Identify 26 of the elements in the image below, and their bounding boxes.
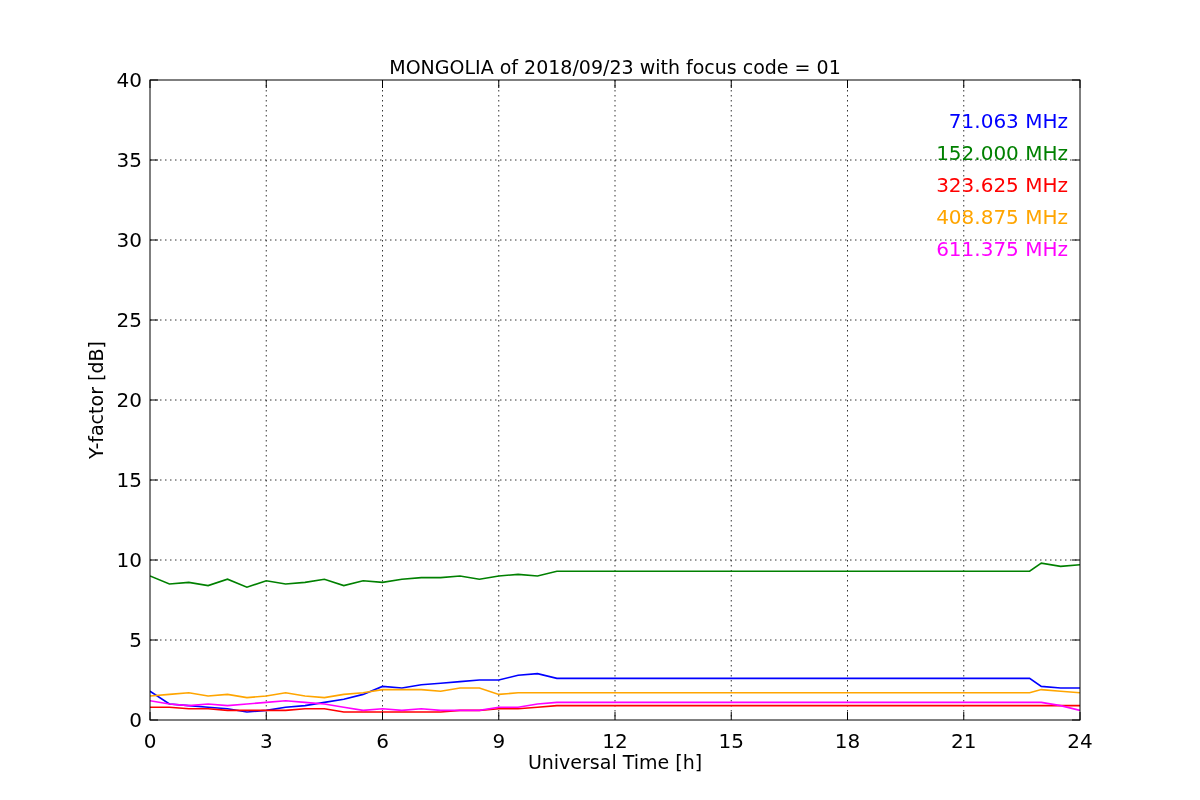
y-tick-label: 5 [129, 628, 142, 652]
y-tick-label: 20 [116, 388, 142, 412]
y-tick-label: 0 [129, 708, 142, 732]
chart-title: MONGOLIA of 2018/09/23 with focus code = 01 [389, 56, 841, 78]
x-tick-label: 15 [718, 729, 744, 753]
legend-label: 611.375 MHz [936, 237, 1068, 261]
y-tick-label: 30 [116, 228, 142, 252]
x-tick-label: 12 [602, 729, 628, 753]
legend-label: 152.000 MHz [936, 141, 1068, 165]
y-axis-label: Y-factor [dB] [85, 341, 107, 459]
legend-label: 71.063 MHz [948, 109, 1068, 133]
legend-label: 408.875 MHz [936, 205, 1068, 229]
x-tick-label: 3 [259, 729, 273, 753]
x-tick-label: 24 [1067, 729, 1093, 753]
y-tick-label: 40 [116, 68, 142, 92]
y-tick-label: 35 [116, 148, 142, 172]
x-tick-label: 6 [376, 729, 389, 753]
y-tick-label: 15 [116, 468, 142, 492]
x-tick-label: 9 [492, 729, 506, 753]
x-tick-label: 0 [143, 729, 157, 753]
x-axis-label: Universal Time [h] [527, 751, 703, 773]
y-tick-label: 10 [116, 548, 142, 572]
x-tick-label: 21 [951, 729, 977, 753]
x-tick-label: 18 [834, 729, 861, 753]
legend-label: 323.625 MHz [936, 173, 1068, 197]
y-tick-label: 25 [116, 308, 142, 332]
